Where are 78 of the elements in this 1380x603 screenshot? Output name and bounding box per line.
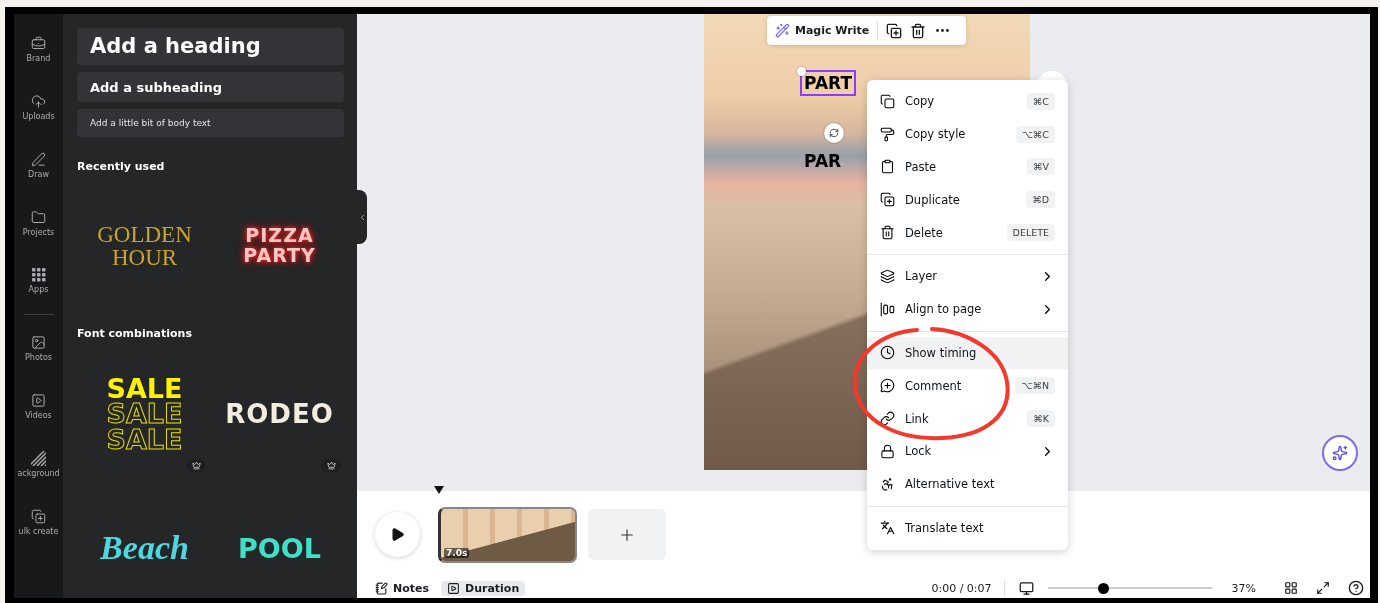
align-icon — [880, 301, 895, 317]
time-readout: 0:00 / 0:07 — [931, 581, 992, 595]
menu-item[interactable]: Lock — [867, 434, 1068, 468]
trash-icon — [880, 225, 895, 241]
notes-button[interactable]: Notes — [369, 580, 436, 596]
brand-icon — [31, 35, 46, 51]
menu-item[interactable]: Copy ⌘C — [867, 85, 1068, 118]
paint-roller-icon — [880, 126, 895, 142]
rail-item[interactable]: Photos — [14, 319, 63, 377]
section-title: Recently used — [77, 160, 166, 173]
apps-grid-icon — [31, 268, 46, 282]
rail-item[interactable]: ackground — [14, 435, 63, 493]
hatch-icon — [31, 450, 46, 466]
sparkles-icon — [1332, 445, 1348, 461]
monitor-icon[interactable] — [1018, 580, 1034, 596]
menu-item[interactable]: Delete DELETE — [867, 216, 1068, 249]
rail-item[interactable]: Apps — [14, 252, 63, 310]
clipboard-icon — [880, 159, 895, 175]
video-clip[interactable]: 7.0s — [438, 506, 577, 563]
menu-item[interactable]: Comment ⌥⌘N — [867, 369, 1068, 403]
zoom-reading: 37% — [1231, 581, 1256, 595]
layers-icon — [880, 268, 895, 284]
font-tile[interactable]: Beach — [77, 498, 212, 598]
play-icon — [390, 527, 405, 542]
rail-item[interactable]: Brand — [14, 20, 63, 78]
expand-icon[interactable] — [1316, 581, 1330, 595]
rail-item[interactable]: Uploads — [14, 78, 63, 136]
menu-item[interactable]: Alternative text — [867, 467, 1068, 501]
menu-item[interactable]: Duplicate ⌘D — [867, 183, 1068, 217]
duplicate-icon[interactable] — [886, 22, 903, 39]
magic-wand-icon — [775, 23, 790, 38]
video-frame-icon — [447, 581, 461, 595]
help-icon[interactable] — [1348, 580, 1364, 596]
duration-button[interactable]: Duration — [441, 580, 526, 596]
rail-item[interactable]: Projects — [14, 194, 63, 252]
copy-icon — [880, 93, 895, 109]
font-tile[interactable]: RODEO — [212, 364, 347, 464]
accessibility-icon — [880, 476, 895, 492]
text-style-card[interactable]: Add a subheading — [77, 71, 344, 103]
menu-item[interactable]: Layer — [867, 260, 1068, 293]
collapse-panel-button[interactable] — [357, 190, 367, 244]
zoom-thumb[interactable] — [1098, 582, 1110, 594]
menu-item[interactable]: Translate text — [867, 511, 1068, 545]
rail-item[interactable]: ulk create — [14, 493, 63, 551]
link-icon — [880, 411, 895, 427]
rail-item[interactable]: Draw — [14, 136, 63, 194]
add-clip-button[interactable] — [588, 509, 666, 560]
text-style-card[interactable]: Add a little bit of body text — [77, 109, 344, 137]
font-tile[interactable]: POOL — [212, 498, 347, 598]
font-tile[interactable]: PIZZA PARTY — [212, 201, 347, 291]
menu-item[interactable]: Link ⌘K — [867, 402, 1068, 435]
font-tile[interactable]: SALE SALE SALE — [77, 364, 212, 464]
canvas-text[interactable]: PAR — [800, 148, 846, 174]
menu-item[interactable]: Copy style ⌥⌘C — [867, 117, 1068, 151]
menu-item[interactable]: Paste ⌘V — [867, 150, 1068, 184]
section-title: Font combinations — [77, 327, 193, 340]
comment-icon — [880, 378, 895, 394]
photo-icon — [31, 334, 46, 350]
menu-item[interactable]: Show timing — [867, 336, 1068, 370]
resize-handle[interactable] — [797, 67, 806, 76]
playhead-marker[interactable] — [434, 486, 444, 494]
menu-item[interactable]: Align to page — [867, 292, 1068, 326]
grid-icon[interactable] — [1284, 581, 1298, 595]
font-tile[interactable]: GOLDEN HOUR — [77, 201, 212, 291]
upload-icon — [31, 93, 46, 109]
translate-icon — [880, 520, 895, 536]
draw-icon — [31, 151, 46, 167]
notes-icon — [375, 581, 388, 595]
video-icon — [31, 392, 46, 408]
trash-icon[interactable] — [910, 22, 927, 39]
clock-icon — [880, 345, 895, 361]
rail-item[interactable]: Videos — [14, 377, 63, 435]
duplicate-icon — [880, 192, 895, 208]
lock-icon — [880, 443, 895, 459]
text-style-card[interactable]: Add a heading — [77, 28, 344, 65]
bulk-create-icon — [31, 508, 46, 524]
folder-icon — [31, 209, 46, 225]
play-button[interactable] — [375, 512, 420, 557]
